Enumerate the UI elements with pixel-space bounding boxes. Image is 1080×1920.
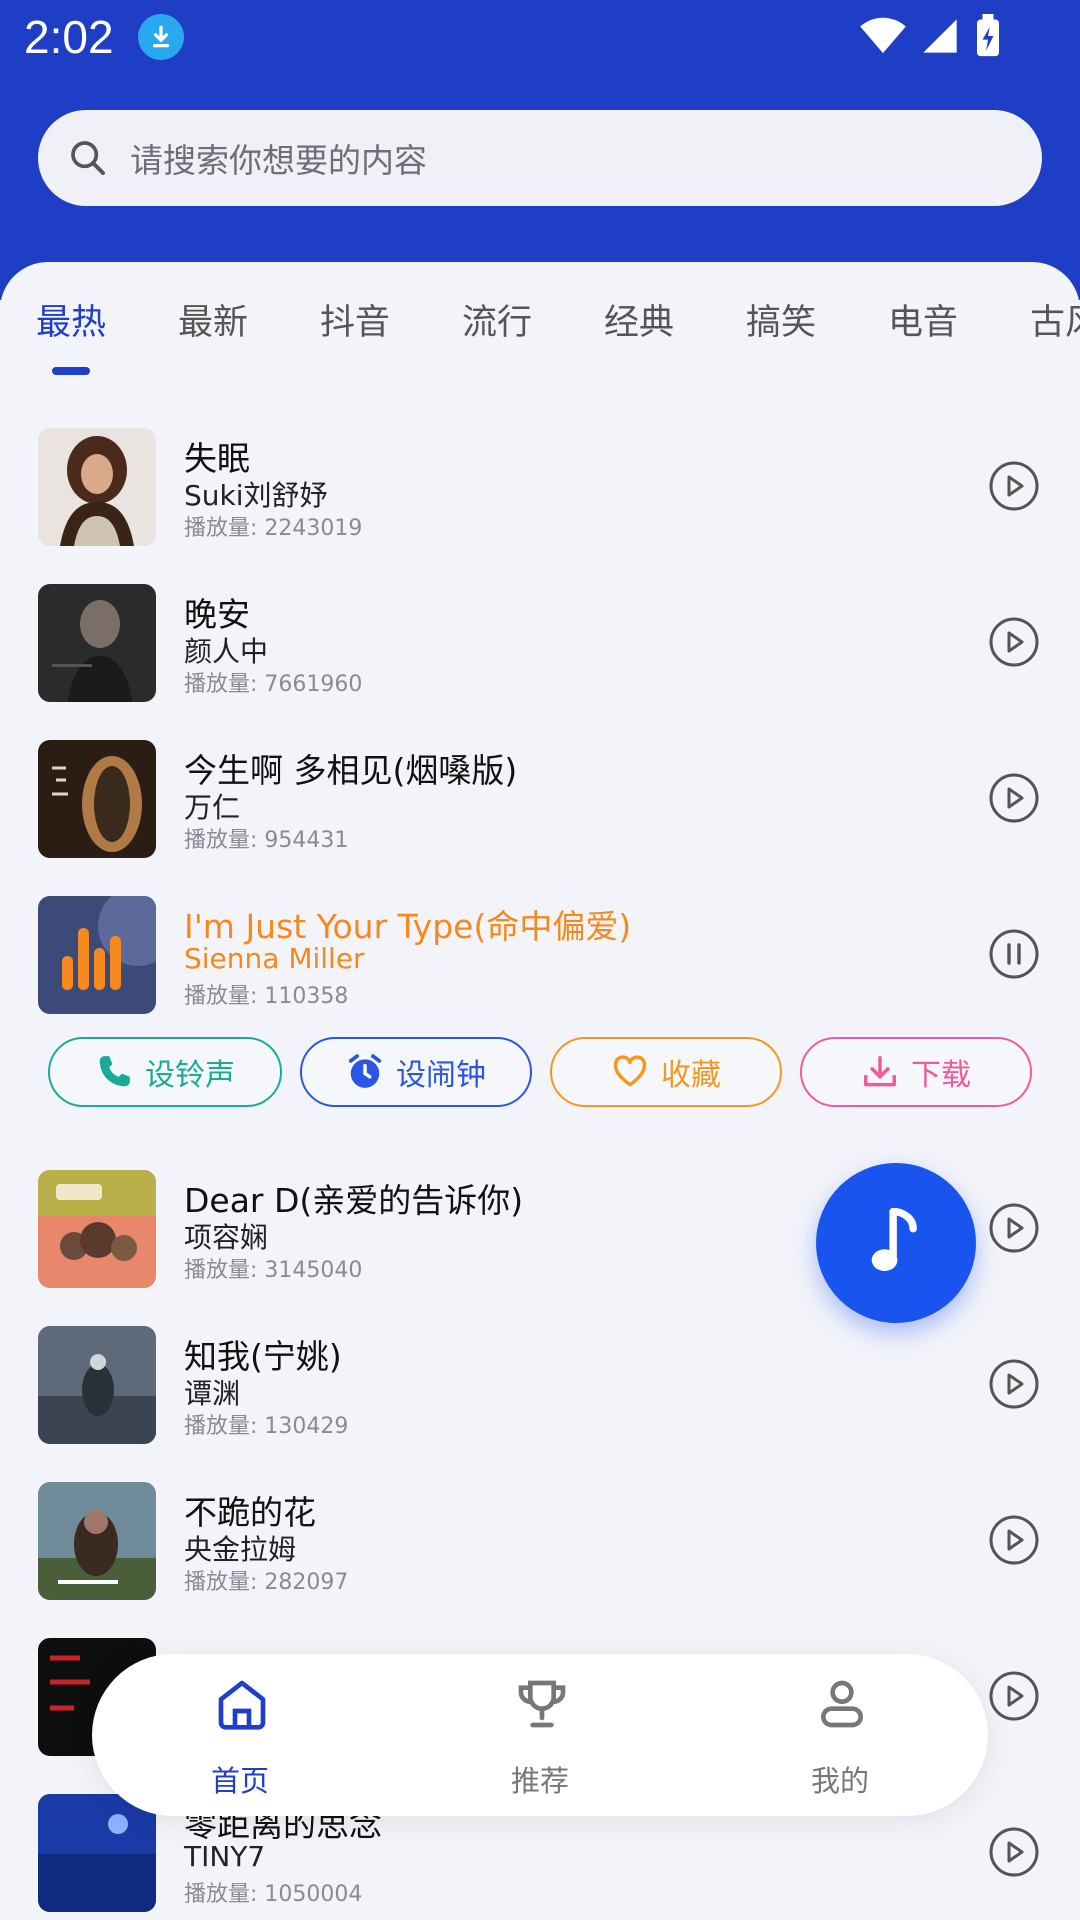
song-play-count: 播放量: 2243019 — [184, 516, 363, 541]
tab-pop[interactable]: 流行 — [462, 294, 532, 345]
tab-classic[interactable]: 经典 — [604, 294, 674, 345]
song-play-count: 播放量: 7661960 — [184, 672, 363, 697]
music-note-icon — [871, 1207, 917, 1271]
song-title: 不跪的花 — [184, 1493, 316, 1532]
song-row[interactable]: 晚安 颜人中 播放量: 7661960 — [0, 584, 1080, 704]
play-icon[interactable] — [988, 772, 1040, 824]
trophy-icon — [518, 1680, 566, 1728]
song-play-count: 播放量: 954431 — [184, 828, 349, 853]
alarm-clock-icon — [348, 1054, 382, 1088]
play-icon[interactable] — [988, 1826, 1040, 1878]
song-row[interactable]: 失眠 Suki刘舒妤 播放量: 2243019 — [0, 428, 1080, 548]
set-ringtone-button[interactable]: 设铃声 — [48, 1037, 282, 1107]
song-title: I'm Just Your Type(命中偏爱) — [184, 907, 632, 946]
song-actions: 设铃声 设闹钟 收藏 下载 — [0, 1037, 1080, 1109]
nav-home-label: 首页 — [210, 1764, 269, 1798]
category-tabs: 最热 最新 抖音 流行 经典 搞笑 电音 古风 — [0, 262, 1080, 382]
song-row-playing[interactable]: I'm Just Your Type(命中偏爱) Sienna Miller 播… — [0, 896, 1080, 1016]
song-title: 今生啊 多相见(烟嗓版) — [184, 751, 518, 790]
song-title: 失眠 — [184, 439, 250, 478]
album-cover — [38, 584, 156, 702]
status-bar: 2:02 — [0, 0, 1080, 80]
music-player-fab[interactable] — [816, 1163, 976, 1323]
wifi-icon — [860, 17, 906, 54]
play-icon[interactable] — [988, 1514, 1040, 1566]
nav-profile-label: 我的 — [810, 1764, 869, 1798]
song-play-count: 播放量: 130429 — [184, 1414, 349, 1439]
profile-icon — [821, 1680, 863, 1728]
signal-icon — [923, 19, 957, 53]
download-button[interactable]: 下载 — [800, 1037, 1032, 1107]
tab-hottest[interactable]: 最热 — [36, 294, 106, 345]
battery-icon — [977, 14, 999, 57]
song-row[interactable]: 不跪的花 央金拉姆 播放量: 282097 — [0, 1482, 1080, 1602]
tab-newest[interactable]: 最新 — [178, 294, 248, 345]
album-cover — [38, 1170, 156, 1288]
album-cover — [38, 1482, 156, 1600]
download-icon — [864, 1056, 896, 1087]
favorite-label: 收藏 — [661, 1058, 721, 1093]
song-artist: 央金拉姆 — [184, 1533, 297, 1566]
bottom-navigation: 首页 推荐 我的 — [92, 1654, 988, 1816]
home-icon — [218, 1680, 266, 1730]
song-row[interactable]: 今生啊 多相见(烟嗓版) 万仁 播放量: 954431 — [0, 740, 1080, 860]
set-alarm-button[interactable]: 设闹钟 — [300, 1037, 532, 1107]
song-artist: TINY7 — [184, 1840, 266, 1873]
nav-home[interactable]: 首页 — [140, 1654, 340, 1816]
status-time: 2:02 — [24, 11, 114, 63]
album-cover — [38, 740, 156, 858]
song-play-count: 播放量: 3145040 — [184, 1258, 363, 1283]
favorite-button[interactable]: 收藏 — [550, 1037, 782, 1107]
album-cover — [38, 896, 156, 1014]
set-alarm-label: 设闹钟 — [396, 1058, 486, 1093]
album-cover — [38, 1794, 156, 1912]
tab-funny[interactable]: 搞笑 — [746, 294, 816, 345]
song-title: 知我(宁姚) — [184, 1337, 342, 1376]
song-row[interactable]: 知我(宁姚) 谭渊 播放量: 130429 — [0, 1326, 1080, 1446]
play-icon[interactable] — [988, 1670, 1040, 1722]
play-icon[interactable] — [988, 616, 1040, 668]
song-artist: Sienna Miller — [184, 942, 365, 975]
heart-icon — [613, 1055, 647, 1087]
phone-icon — [99, 1056, 130, 1087]
album-cover — [38, 1326, 156, 1444]
nav-profile[interactable]: 我的 — [740, 1654, 940, 1816]
tab-indicator — [52, 367, 90, 375]
song-artist: 颜人中 — [184, 635, 269, 668]
song-artist: 项容娴 — [184, 1221, 269, 1254]
song-title: Dear D(亲爱的告诉你) — [184, 1181, 524, 1220]
tab-douyin[interactable]: 抖音 — [320, 294, 390, 345]
tab-ancient-style[interactable]: 古风 — [1030, 294, 1080, 345]
search-input[interactable]: 请搜索你想要的内容 — [130, 134, 427, 182]
search-icon — [71, 141, 105, 175]
song-artist: 谭渊 — [184, 1377, 241, 1410]
download-notification-icon — [138, 14, 184, 60]
song-title: 晚安 — [184, 595, 250, 634]
song-play-count: 播放量: 110358 — [184, 984, 349, 1009]
play-icon[interactable] — [988, 1202, 1040, 1254]
search-bar[interactable]: 请搜索你想要的内容 — [38, 110, 1042, 206]
album-cover — [38, 428, 156, 546]
song-artist: Suki刘舒妤 — [184, 479, 328, 512]
song-artist: 万仁 — [184, 791, 241, 824]
pause-icon[interactable] — [988, 928, 1040, 980]
nav-recommend[interactable]: 推荐 — [440, 1654, 640, 1816]
nav-recommend-label: 推荐 — [510, 1764, 569, 1798]
tab-electronic[interactable]: 电音 — [888, 294, 958, 345]
play-icon[interactable] — [988, 460, 1040, 512]
song-play-count: 播放量: 1050004 — [184, 1882, 363, 1907]
set-ringtone-label: 设铃声 — [145, 1058, 235, 1093]
download-label: 下载 — [911, 1058, 971, 1093]
song-play-count: 播放量: 282097 — [184, 1570, 349, 1595]
play-icon[interactable] — [988, 1358, 1040, 1410]
